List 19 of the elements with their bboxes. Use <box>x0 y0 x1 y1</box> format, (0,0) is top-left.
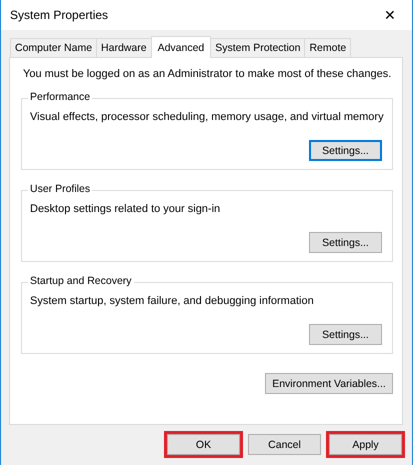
group-description: System startup, system failure, and debugging information <box>30 295 315 307</box>
settings-button[interactable]: Settings... <box>309 324 382 345</box>
dialog-button[interactable]: Apply <box>329 434 402 455</box>
window-title: System Properties <box>10 8 108 22</box>
close-button[interactable]: ✕ <box>368 0 412 30</box>
dialog-button[interactable]: Cancel <box>248 434 321 455</box>
group-description: Desktop settings related to your sign-in <box>30 203 222 215</box>
group-description: Visual effects, processor scheduling, memory usage, and virtual memory <box>30 111 382 123</box>
settings-button[interactable]: Settings... <box>309 232 382 253</box>
group-title: Startup and Recovery <box>28 275 134 287</box>
notice-text: You must be logged on as an Administrator to make most of these changes. <box>23 68 392 80</box>
settings-button[interactable]: Settings... <box>309 140 382 161</box>
group-title: User Profiles <box>28 183 92 195</box>
environment-variables-button[interactable]: Environment Variables... <box>265 373 393 394</box>
tab[interactable]: Computer Name <box>10 38 98 57</box>
tab[interactable]: Advanced <box>150 36 212 58</box>
tab[interactable]: Remote <box>304 38 352 57</box>
group-title: Performance <box>28 91 92 103</box>
dialog-button[interactable]: OK <box>167 434 240 455</box>
